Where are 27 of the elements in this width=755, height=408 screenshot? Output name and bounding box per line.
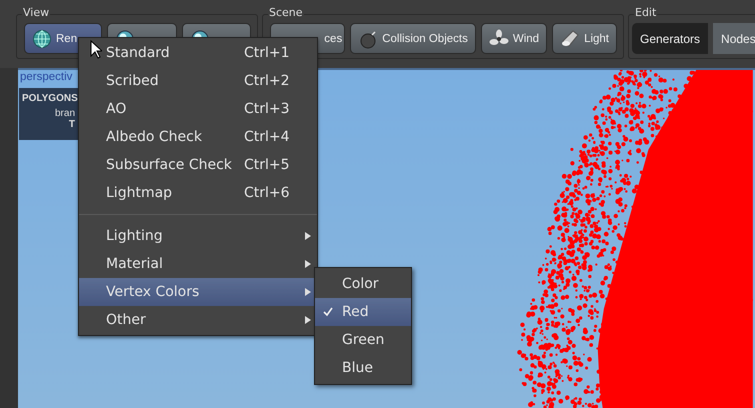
menu-item-label: Standard (106, 45, 170, 61)
menu-item-label: AO (106, 101, 126, 117)
menu-item-label: Albedo Check (106, 129, 202, 145)
stats-text: POLYGONS (22, 93, 75, 104)
menu-item-label: Material (106, 256, 163, 272)
stats-text: T (68, 119, 75, 130)
menu-item-label: Vertex Colors (106, 284, 200, 300)
viewport-label: perspectiv (20, 71, 72, 83)
shortcut-text: Ctrl+2 (244, 73, 290, 89)
group-title: Scene (268, 6, 304, 19)
menu-item-label: Lighting (106, 228, 163, 244)
group-title: Edit (634, 6, 658, 19)
group-title: View (22, 6, 50, 19)
shortcut-text: Ctrl+6 (244, 185, 290, 201)
menu-item-label: Green (342, 332, 384, 348)
menu-item-label: Color (342, 276, 379, 292)
shortcut-text: Ctrl+3 (244, 101, 290, 117)
menu-item-label: Blue (342, 360, 373, 376)
menu-item-label: Subsurface Check (106, 157, 232, 173)
shortcut-text: Ctrl+5 (244, 157, 290, 173)
menu-item-label: Lightmap (106, 185, 172, 201)
menu-item-label: Other (106, 312, 146, 328)
shortcut-text: Ctrl+4 (244, 129, 290, 145)
menu-item-label: Red (342, 304, 369, 320)
menu-item-label: Scribed (106, 73, 159, 89)
shortcut-text: Ctrl+1 (244, 45, 290, 61)
stats-text: bran (54, 108, 75, 119)
